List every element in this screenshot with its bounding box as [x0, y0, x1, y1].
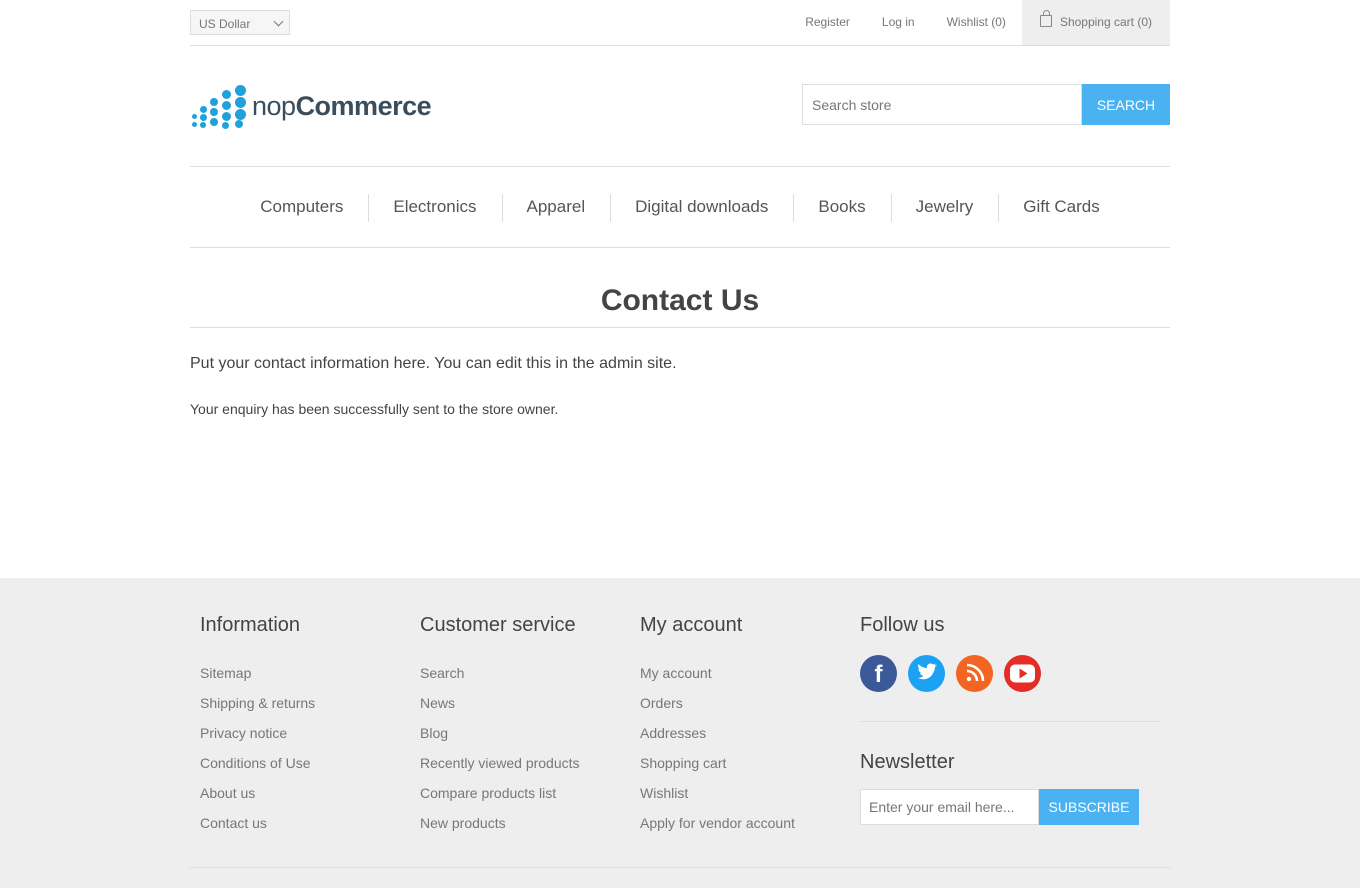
subscribe-button[interactable]: Subscribe	[1039, 789, 1139, 825]
footer-link-sitemap[interactable]: Sitemap	[200, 658, 315, 688]
currency-selector[interactable]: US Dollar	[190, 10, 290, 35]
footer-column-customer-service: Customer service Search News Blog Recent…	[420, 614, 580, 838]
footer-link-new-products[interactable]: New products	[420, 808, 580, 838]
menu-item-computers[interactable]: Computers	[235, 192, 368, 222]
menu-item-jewelry[interactable]: Jewelry	[890, 192, 999, 222]
contact-topic-text: Put your contact information here. You c…	[190, 355, 677, 372]
newsletter-form: Subscribe	[860, 789, 1160, 825]
footer-column-my-account: My account My account Orders Addresses S…	[640, 614, 795, 838]
footer-link-news[interactable]: News	[420, 688, 580, 718]
footer-link-privacy-notice[interactable]: Privacy notice	[200, 718, 315, 748]
footer-link-search[interactable]: Search	[420, 658, 580, 688]
chevron-down-icon	[273, 16, 284, 27]
newsletter-email-input[interactable]	[860, 789, 1039, 825]
footer-link-shipping-returns[interactable]: Shipping & returns	[200, 688, 315, 718]
footer-heading-my-account: My account	[640, 614, 743, 636]
footer-column-information: Information Sitemap Shipping & returns P…	[200, 614, 315, 838]
footer-link-shopping-cart[interactable]: Shopping cart	[640, 748, 795, 778]
search-button[interactable]: Search	[1082, 84, 1170, 125]
menu-item-books[interactable]: Books	[793, 192, 890, 222]
menu-item-apparel[interactable]: Apparel	[501, 192, 611, 222]
footer-divider	[190, 867, 1170, 868]
footer-heading-information: Information	[200, 614, 301, 636]
svg-text:f: f	[875, 661, 884, 688]
twitter-icon[interactable]	[908, 655, 945, 692]
top-menu: Computers Electronics Apparel Digital do…	[190, 166, 1170, 248]
search-box: Search	[802, 84, 1170, 125]
footer-heading-customer-service: Customer service	[420, 614, 576, 636]
follow-divider	[860, 721, 1160, 722]
menu-item-gift-cards[interactable]: Gift Cards	[998, 192, 1125, 222]
menu-item-electronics[interactable]: Electronics	[368, 192, 501, 222]
logo-dots-icon	[192, 84, 250, 129]
footer-link-compare-products[interactable]: Compare products list	[420, 778, 580, 808]
footer-link-wishlist[interactable]: Wishlist	[640, 778, 795, 808]
menu-item-digital-downloads[interactable]: Digital downloads	[610, 192, 793, 222]
page-title: Contact Us	[190, 284, 1170, 328]
header-links: Register Log in Wishlist (0) Shopping ca…	[789, 0, 1170, 45]
store-logo[interactable]: nopCommerce	[192, 84, 438, 129]
footer-link-my-account[interactable]: My account	[640, 658, 795, 688]
shopping-bag-icon	[1039, 10, 1052, 27]
shopping-cart-label: Shopping cart (0)	[1059, 15, 1152, 29]
footer-link-conditions-of-use[interactable]: Conditions of Use	[200, 748, 315, 778]
footer-link-contact-us[interactable]: Contact us	[200, 808, 315, 838]
wishlist-link[interactable]: Wishlist (0)	[931, 0, 1022, 45]
search-input[interactable]	[802, 84, 1082, 125]
enquiry-result-message: Your enquiry has been successfully sent …	[190, 401, 559, 417]
newsletter-heading: Newsletter	[860, 751, 955, 773]
rss-icon[interactable]	[956, 655, 993, 692]
footer-link-recently-viewed[interactable]: Recently viewed products	[420, 748, 580, 778]
shopping-cart-link[interactable]: Shopping cart (0)	[1021, 0, 1170, 45]
facebook-icon[interactable]: f	[860, 655, 897, 692]
header-links-bar: US Dollar Register Log in Wishlist (0) S…	[190, 0, 1170, 46]
footer-link-blog[interactable]: Blog	[420, 718, 580, 748]
register-link[interactable]: Register	[789, 0, 866, 45]
footer-heading-follow-us: Follow us	[860, 614, 945, 636]
youtube-icon[interactable]	[1004, 655, 1041, 692]
footer-link-vendor-account[interactable]: Apply for vendor account	[640, 808, 795, 838]
footer-link-about-us[interactable]: About us	[200, 778, 315, 808]
footer-link-orders[interactable]: Orders	[640, 688, 795, 718]
footer: Information Sitemap Shipping & returns P…	[0, 578, 1360, 888]
footer-column-follow-us: Follow us f Newsletter Subscribe	[860, 614, 1160, 825]
logo-wordmark: nopCommerce	[252, 90, 432, 121]
social-links: f	[860, 655, 1160, 692]
login-link[interactable]: Log in	[866, 0, 931, 45]
footer-link-addresses[interactable]: Addresses	[640, 718, 795, 748]
currency-selector-value: US Dollar	[199, 17, 251, 31]
